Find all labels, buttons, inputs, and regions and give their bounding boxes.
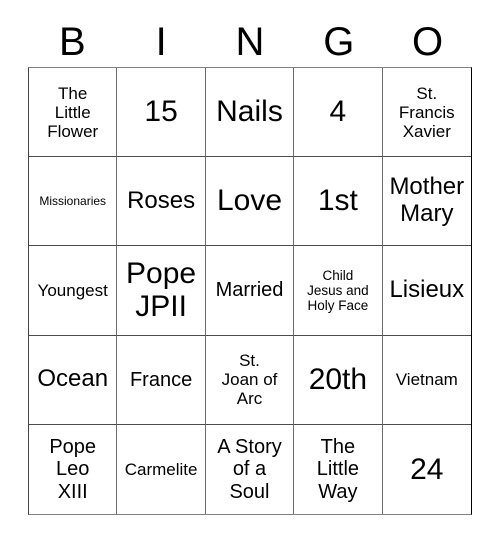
bingo-cell-label: Love <box>216 184 283 218</box>
bingo-cell[interactable]: The Little Flower <box>29 68 118 158</box>
bingo-cell[interactable]: The Little Way <box>294 424 383 514</box>
bingo-cell-label: Pope JPII <box>126 256 197 324</box>
bingo-cell[interactable]: Pope JPII <box>117 246 206 336</box>
bingo-cell[interactable]: St. Francis Xavier <box>382 68 471 158</box>
bingo-cell[interactable]: St. Joan of Arc <box>205 335 295 425</box>
bingo-cell-label: Child Jesus and Holy Face <box>307 267 369 314</box>
bingo-header-letter-i: I <box>155 20 167 64</box>
bingo-cell-label: The Little Flower <box>47 83 99 141</box>
bingo-cell-label: 15 <box>144 95 178 129</box>
bingo-cell-label: France <box>129 368 193 391</box>
bingo-header-letter-o: O <box>412 20 444 64</box>
bingo-cell-label: A Story of a Soul <box>217 435 282 503</box>
bingo-cell-label: Vietnam <box>395 370 458 390</box>
bingo-cell[interactable]: Youngest <box>29 246 118 336</box>
bingo-cell-label: Pope Leo XIII <box>49 435 97 503</box>
bingo-header-row: B I N G O <box>28 18 472 66</box>
bingo-header-letter-g: G <box>323 20 355 64</box>
bingo-cell-label: 24 <box>410 452 444 486</box>
bingo-cell-label: The Little Way <box>316 435 360 503</box>
bingo-cell[interactable]: Love <box>205 157 295 247</box>
bingo-cell[interactable]: Lisieux <box>382 246 471 336</box>
bingo-grid: The Little Flower 15 Nails 4 St. Francis… <box>28 67 472 515</box>
bingo-cell[interactable]: 20th <box>294 335 383 425</box>
bingo-cell-label: 1st <box>317 184 358 218</box>
bingo-cell-label: St. Francis Xavier <box>398 83 455 141</box>
bingo-cell[interactable]: Nails <box>205 68 295 158</box>
bingo-cell[interactable]: Mother Mary <box>382 157 471 247</box>
bingo-cell[interactable]: Carmelite <box>117 424 206 514</box>
bingo-cell-label: Carmelite <box>124 459 198 479</box>
bingo-cell-label: 4 <box>329 95 347 129</box>
bingo-cell-label: 20th <box>308 362 368 396</box>
bingo-cell-label: Roses <box>127 186 196 214</box>
bingo-card: B I N G O The Little Flower 15 Nails 4 S… <box>0 0 500 544</box>
bingo-cell[interactable]: Ocean <box>29 335 118 425</box>
bingo-cell[interactable]: 15 <box>117 68 206 158</box>
bingo-header-letter-b: B <box>59 20 86 64</box>
bingo-cell[interactable]: A Story of a Soul <box>205 424 295 514</box>
bingo-cell-label: Lisieux <box>389 276 465 304</box>
bingo-cell-label: Missionaries <box>39 193 107 208</box>
bingo-cell-label: Youngest <box>37 280 108 300</box>
bingo-cell[interactable]: Pope Leo XIII <box>29 424 118 514</box>
bingo-cell-label: Ocean <box>37 365 109 393</box>
bingo-cell[interactable]: 24 <box>382 424 471 514</box>
bingo-cell-label: St. Joan of Arc <box>221 351 278 409</box>
bingo-cell-label: Mother Mary <box>389 173 465 228</box>
bingo-cell-label: Married <box>215 279 284 302</box>
bingo-header-letter-n: N <box>235 20 265 64</box>
bingo-cell[interactable]: France <box>117 335 206 425</box>
bingo-cell[interactable]: Missionaries <box>29 157 118 247</box>
bingo-cell-label: Nails <box>216 95 283 129</box>
bingo-cell[interactable]: Vietnam <box>382 335 471 425</box>
bingo-cell[interactable]: Roses <box>117 157 206 247</box>
bingo-cell[interactable]: Child Jesus and Holy Face <box>294 246 383 336</box>
bingo-cell[interactable]: Married <box>205 246 295 336</box>
bingo-cell[interactable]: 1st <box>294 157 383 247</box>
bingo-cell[interactable]: 4 <box>294 68 383 158</box>
